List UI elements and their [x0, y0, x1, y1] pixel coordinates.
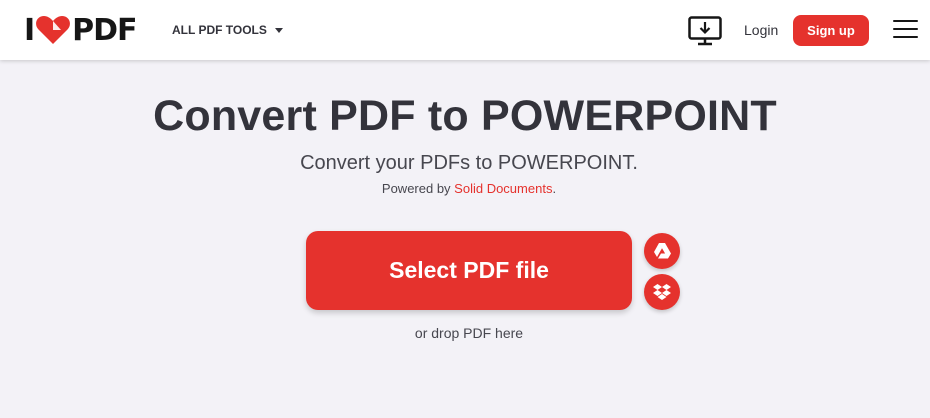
powered-by-suffix: . — [552, 181, 557, 196]
powered-by-prefix: Powered by — [381, 181, 455, 196]
google-drive-button[interactable] — [644, 233, 680, 269]
page-title: Convert PDF to POWERPOINT — [153, 92, 777, 140]
dropbox-icon — [653, 284, 671, 300]
menu-line — [893, 36, 918, 38]
heart-icon — [36, 16, 71, 44]
top-header: I PDF ALL PDF TOOLS Login Sign up — [0, 0, 930, 60]
solid-documents-link[interactable]: Solid Documents — [454, 181, 552, 196]
drop-pdf-hint: or drop PDF here — [414, 325, 524, 341]
hamburger-menu-icon[interactable] — [893, 20, 918, 40]
dropbox-button[interactable] — [644, 274, 680, 310]
logo-text-pdf: PDF — [72, 12, 137, 48]
signup-button[interactable]: Sign up — [793, 15, 869, 46]
google-drive-icon — [654, 243, 671, 259]
caret-down-icon — [274, 27, 283, 33]
login-link[interactable]: Login — [744, 22, 778, 38]
all-pdf-tools-dropdown[interactable]: ALL PDF TOOLS — [172, 23, 283, 37]
select-pdf-file-button[interactable]: Select PDF file — [306, 231, 632, 310]
desktop-download-icon[interactable] — [688, 16, 722, 46]
all-pdf-tools-label: ALL PDF TOOLS — [172, 23, 267, 37]
menu-line — [893, 28, 918, 30]
page-subtitle: Convert your PDFs to POWERPOINT. — [300, 152, 638, 174]
powered-by-line: Powered by Solid Documents. — [0, 181, 930, 196]
ilovepdf-logo[interactable]: I PDF — [24, 12, 138, 48]
menu-line — [893, 20, 918, 22]
logo-letter-i: I — [24, 12, 35, 48]
